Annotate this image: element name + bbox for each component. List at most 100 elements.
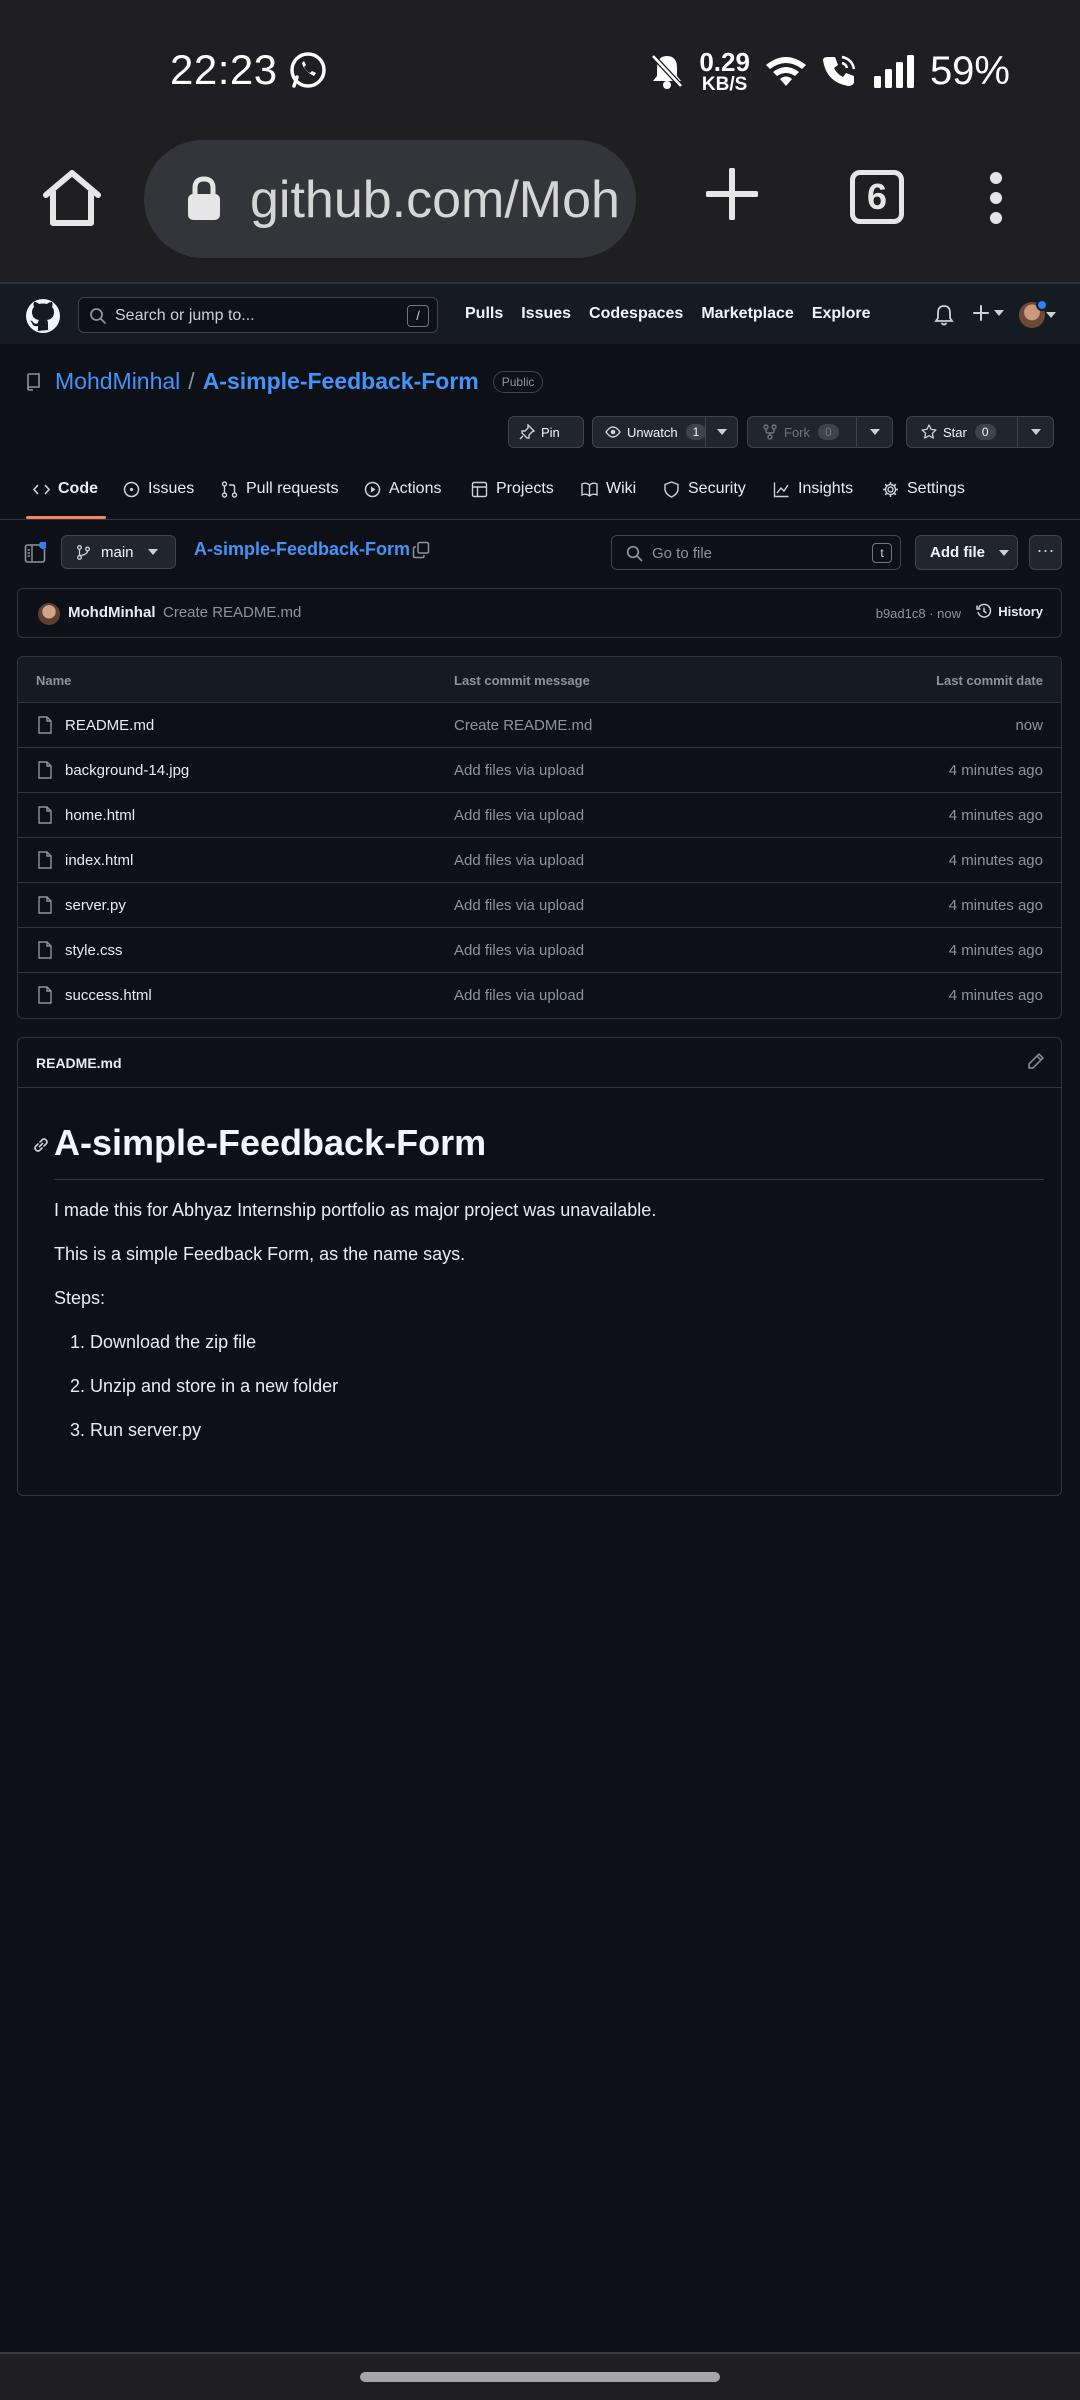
table-row[interactable]: background-14.jpg Add files via upload 4… bbox=[18, 748, 1061, 793]
file-icon bbox=[38, 986, 52, 1004]
file-name[interactable]: home.html bbox=[65, 807, 135, 824]
status-bar: 22:23 0.29 KB/S 59% bbox=[0, 0, 1080, 140]
table-row[interactable]: home.html Add files via upload 4 minutes… bbox=[18, 793, 1061, 838]
table-row[interactable]: style.css Add files via upload 4 minutes… bbox=[18, 928, 1061, 973]
readme-paragraph: Steps: bbox=[54, 1288, 106, 1308]
new-tab-icon[interactable] bbox=[706, 168, 758, 220]
repo-name-link[interactable]: A-simple-Feedback-Form bbox=[203, 368, 479, 395]
branch-selector[interactable]: main bbox=[61, 535, 176, 569]
fork-dropdown[interactable] bbox=[856, 417, 892, 447]
browser-toolbar: github.com/Moh 6 bbox=[0, 140, 1080, 282]
notifications-bell-icon[interactable] bbox=[934, 304, 954, 326]
file-commit-message[interactable]: Add files via upload bbox=[454, 762, 584, 779]
star-count: 0 bbox=[974, 424, 996, 440]
file-icon bbox=[38, 761, 52, 779]
file-name[interactable]: success.html bbox=[65, 987, 152, 1004]
readme-paragraph: I made this for Abhyaz Internship portfo… bbox=[54, 1200, 657, 1220]
file-name[interactable]: README.md bbox=[65, 717, 154, 734]
table-row[interactable]: success.html Add files via upload 4 minu… bbox=[18, 973, 1061, 1018]
anchor-link-icon[interactable] bbox=[32, 1136, 50, 1154]
file-commit-date: 4 minutes ago bbox=[948, 762, 1043, 779]
notification-dot bbox=[1036, 299, 1048, 311]
repo-owner-link[interactable]: MohdMinhal bbox=[55, 368, 180, 395]
nav-pulls[interactable]: Pulls bbox=[465, 305, 503, 323]
network-speed: 0.29 KB/S bbox=[699, 46, 750, 95]
pencil-icon[interactable] bbox=[1027, 1052, 1045, 1070]
tab-code[interactable]: Code bbox=[33, 480, 98, 498]
user-avatar[interactable] bbox=[1019, 299, 1048, 328]
file-name[interactable]: background-14.jpg bbox=[65, 762, 189, 779]
add-file-label: Add file bbox=[930, 544, 985, 561]
column-header-name: Name bbox=[36, 673, 72, 688]
file-commit-message[interactable]: Add files via upload bbox=[454, 897, 584, 914]
play-circle-icon bbox=[364, 481, 381, 497]
file-commit-message[interactable]: Create README.md bbox=[454, 717, 592, 734]
file-commit-message[interactable]: Add files via upload bbox=[454, 987, 584, 1004]
file-name[interactable]: index.html bbox=[65, 852, 133, 869]
menu-dots-icon[interactable] bbox=[986, 170, 1006, 226]
copy-icon[interactable] bbox=[412, 541, 430, 559]
file-table: Name Last commit message Last commit dat… bbox=[17, 656, 1062, 1019]
tab-security[interactable]: Security bbox=[663, 480, 746, 498]
url-bar[interactable]: github.com/Moh bbox=[144, 140, 636, 258]
repo-tab-bar: Code Issues Pull requests Actions Projec… bbox=[0, 470, 1080, 520]
repo-separator: / bbox=[188, 368, 195, 394]
tab-wiki[interactable]: Wiki bbox=[581, 480, 636, 498]
github-search-input[interactable]: Search or jump to... / bbox=[78, 297, 438, 333]
file-commit-date: 4 minutes ago bbox=[948, 942, 1043, 959]
fork-button[interactable]: Fork 0 bbox=[747, 416, 893, 448]
nav-explore[interactable]: Explore bbox=[812, 305, 871, 323]
sidebar-toggle-icon[interactable] bbox=[24, 542, 46, 564]
unwatch-dropdown[interactable] bbox=[705, 417, 737, 447]
tab-pull-requests[interactable]: Pull requests bbox=[221, 480, 339, 498]
star-dropdown[interactable] bbox=[1017, 417, 1053, 447]
chevron-down-icon bbox=[999, 549, 1009, 556]
chevron-down-icon[interactable] bbox=[1046, 312, 1056, 318]
tab-actions[interactable]: Actions bbox=[364, 480, 441, 498]
chevron-down-icon bbox=[994, 310, 1004, 316]
home-icon[interactable] bbox=[40, 165, 104, 229]
home-gesture-handle[interactable] bbox=[360, 2372, 720, 2382]
tab-settings[interactable]: Settings bbox=[882, 480, 965, 498]
mute-bell-icon bbox=[651, 54, 684, 89]
github-logo-icon[interactable] bbox=[25, 298, 61, 334]
nav-issues[interactable]: Issues bbox=[521, 305, 571, 323]
readme-panel: README.md A-simple-Feedback-Form I made … bbox=[17, 1037, 1062, 1496]
commit-message[interactable]: Create README.md bbox=[163, 604, 301, 621]
tab-issues[interactable]: Issues bbox=[123, 480, 194, 498]
tab-insights[interactable]: Insights bbox=[773, 480, 853, 498]
file-commit-message[interactable]: Add files via upload bbox=[454, 942, 584, 959]
tab-switcher-button[interactable]: 6 bbox=[850, 170, 904, 224]
file-commit-message[interactable]: Add files via upload bbox=[454, 807, 584, 824]
pin-button[interactable]: Pin bbox=[508, 416, 584, 448]
go-to-file-input[interactable]: Go to file t bbox=[611, 535, 901, 570]
add-file-button[interactable]: Add file bbox=[915, 535, 1018, 570]
tab-projects[interactable]: Projects bbox=[471, 480, 554, 498]
nav-codespaces[interactable]: Codespaces bbox=[589, 305, 683, 323]
breadcrumb-repo-link[interactable]: A-simple-Feedback-Form bbox=[194, 539, 410, 560]
commit-author[interactable]: MohdMinhal bbox=[68, 604, 155, 621]
file-name[interactable]: server.py bbox=[65, 897, 126, 914]
more-options-button[interactable]: ··· bbox=[1029, 535, 1062, 570]
unwatch-button[interactable]: Unwatch 1 bbox=[592, 416, 738, 448]
history-button[interactable]: History bbox=[976, 603, 1043, 619]
nav-marketplace[interactable]: Marketplace bbox=[701, 305, 794, 323]
fork-icon bbox=[763, 424, 777, 440]
file-name[interactable]: style.css bbox=[65, 942, 123, 959]
commit-author-avatar[interactable] bbox=[38, 603, 60, 625]
file-commit-date: now bbox=[1015, 717, 1043, 734]
table-row[interactable]: README.md Create README.md now bbox=[18, 703, 1061, 748]
history-clock-icon bbox=[976, 603, 992, 618]
create-new-dropdown[interactable] bbox=[972, 304, 1004, 322]
table-row[interactable]: index.html Add files via upload 4 minute… bbox=[18, 838, 1061, 883]
whatsapp-icon bbox=[290, 52, 326, 88]
file-commit-message[interactable]: Add files via upload bbox=[454, 852, 584, 869]
repo-icon bbox=[27, 372, 40, 391]
github-header: Search or jump to... / Pulls Issues Code… bbox=[0, 282, 1080, 344]
readme-filename[interactable]: README.md bbox=[36, 1055, 122, 1071]
commit-sha-time[interactable]: b9ad1c8 · now bbox=[876, 606, 961, 621]
chevron-down-icon bbox=[1030, 429, 1041, 435]
star-button[interactable]: Star 0 bbox=[906, 416, 1054, 448]
wifi-icon bbox=[765, 57, 806, 86]
table-row[interactable]: server.py Add files via upload 4 minutes… bbox=[18, 883, 1061, 928]
